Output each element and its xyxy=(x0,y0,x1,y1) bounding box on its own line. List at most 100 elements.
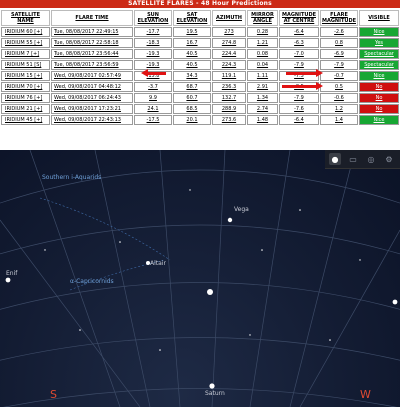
flare-time-link[interactable]: Wed, 09/08/2017 06:24:43 xyxy=(51,93,133,103)
flare-table: SATELLITE NAME FLARE TIME SUN ELEVATION … xyxy=(0,9,400,126)
magnitude-at-centre-cell[interactable]: -7.9 xyxy=(279,93,319,103)
mirror-angle-cell[interactable]: 0.04 xyxy=(247,60,278,70)
sun-elevation-cell[interactable]: -18.3 xyxy=(134,38,172,48)
azimuth-cell[interactable]: 288.9 xyxy=(212,104,246,114)
sat-elevation-cell[interactable]: 19.5 xyxy=(173,27,211,37)
magnitude-at-centre-cell[interactable]: -6.4 xyxy=(279,115,319,125)
visible-badge[interactable]: No xyxy=(359,104,399,114)
flare-time-link[interactable]: Tue, 08/08/2017 23:56:59 xyxy=(51,60,133,70)
flare-magnitude-cell[interactable]: -0.7 xyxy=(320,71,358,81)
azimuth-cell[interactable]: 119.1 xyxy=(212,71,246,81)
magnitude-at-centre-cell[interactable]: -7.6 xyxy=(279,104,319,114)
satellite-name-link[interactable]: IRIDIUM 70 [+] xyxy=(1,82,50,92)
sat-elevation-cell[interactable]: 60.7 xyxy=(173,93,211,103)
sat-elevation-cell[interactable]: 68.5 xyxy=(173,104,211,114)
satellite-name-link[interactable]: IRIDIUM 45 [+] xyxy=(1,115,50,125)
header-flare-time[interactable]: FLARE TIME xyxy=(51,10,133,26)
header-azimuth[interactable]: AZIMUTH xyxy=(212,10,246,26)
table-row: IRIDIUM 21 [+] Wed, 09/08/2017 17:23:21 24… xyxy=(1,104,399,114)
sun-elevation-cell[interactable]: -3.7 xyxy=(134,82,172,92)
sat-elevation-cell[interactable]: 68.7 xyxy=(173,82,211,92)
sat-elevation-cell[interactable]: 16.7 xyxy=(173,38,211,48)
flare-magnitude-cell[interactable]: -0.6 xyxy=(320,93,358,103)
flare-magnitude-cell[interactable]: -6.9 xyxy=(320,49,358,59)
flare-time-link[interactable]: Tue, 08/08/2017 22:49:15 xyxy=(51,27,133,37)
mirror-angle-cell[interactable]: 1.11 xyxy=(247,71,278,81)
flare-time-link[interactable]: Wed, 09/08/2017 02:57:49 xyxy=(51,71,133,81)
sun-elevation-cell[interactable]: 24.1 xyxy=(134,104,172,114)
header-sat-elevation[interactable]: SAT ELEVATION xyxy=(173,10,211,26)
rectangle-view-icon[interactable]: ▭ xyxy=(347,153,359,165)
mirror-angle-cell[interactable]: 1.48 xyxy=(247,115,278,125)
visible-badge[interactable]: Spectacular xyxy=(359,49,399,59)
satellite-name-link[interactable]: IRIDIUM 76 [+] xyxy=(1,93,50,103)
sun-elevation-cell[interactable]: -17.7 xyxy=(134,27,172,37)
header-mirror-angle[interactable]: MIRROR ANGLE xyxy=(247,10,278,26)
mirror-angle-cell[interactable]: 1.34 xyxy=(247,93,278,103)
azimuth-cell[interactable]: 224.3 xyxy=(212,60,246,70)
flare-time-link[interactable]: Tue, 08/08/2017 23:56:44 xyxy=(51,49,133,59)
header-sun-elevation[interactable]: SUN ELEVATION xyxy=(134,10,172,26)
arrow-left-indicator xyxy=(141,69,166,77)
satellite-name-link[interactable]: IRIDIUM 60 [+] xyxy=(1,27,50,37)
satellite-name-link[interactable]: IRIDIUM 51 [S] xyxy=(1,60,50,70)
mirror-angle-cell[interactable]: 2.74 xyxy=(247,104,278,114)
flare-magnitude-cell[interactable]: 1.2 xyxy=(320,104,358,114)
settings-icon[interactable]: ⚙ xyxy=(383,153,395,165)
sat-elevation-cell[interactable]: 40.5 xyxy=(173,60,211,70)
visible-badge[interactable]: Nice xyxy=(359,71,399,81)
mirror-angle-cell[interactable]: 1.21 xyxy=(247,38,278,48)
satellite-name-link[interactable]: IRIDIUM 7 [+] xyxy=(1,49,50,59)
azimuth-cell[interactable]: 132.7 xyxy=(212,93,246,103)
compass-south: S xyxy=(50,388,57,401)
label-alpha-capricornids: α-Capricornids xyxy=(70,278,114,285)
visible-badge[interactable]: Nice xyxy=(359,27,399,37)
header-visible[interactable]: VISIBLE xyxy=(359,10,399,26)
azimuth-cell[interactable]: 274.8 xyxy=(212,38,246,48)
arrow-right-indicator-2 xyxy=(282,82,323,90)
flare-time-link[interactable]: Tue, 08/08/2017 22:58:18 xyxy=(51,38,133,48)
flare-magnitude-cell[interactable]: -2.6 xyxy=(320,27,358,37)
sun-elevation-cell[interactable]: -19.3 xyxy=(134,49,172,59)
azimuth-cell[interactable]: 236.3 xyxy=(212,82,246,92)
azimuth-cell[interactable]: 273 xyxy=(212,27,246,37)
mirror-angle-cell[interactable]: 2.91 xyxy=(247,82,278,92)
sat-elevation-cell[interactable]: 34.3 xyxy=(173,71,211,81)
header-magnitude-at-centre[interactable]: MAGNITUDE AT CENTRE xyxy=(279,10,319,26)
header-satellite-name[interactable]: SATELLITE NAME xyxy=(1,10,50,26)
flare-magnitude-cell[interactable]: 0.5 xyxy=(320,82,358,92)
satellite-name-link[interactable]: IRIDIUM 15 [+] xyxy=(1,71,50,81)
azimuth-cell[interactable]: 273.6 xyxy=(212,115,246,125)
mirror-angle-cell[interactable]: 0.08 xyxy=(247,49,278,59)
sun-elevation-cell[interactable]: -17.5 xyxy=(134,115,172,125)
satellite-name-link[interactable]: IRIDIUM 21 [+] xyxy=(1,104,50,114)
azimuth-cell[interactable]: 224.4 xyxy=(212,49,246,59)
sun-elevation-cell[interactable]: -19.3 xyxy=(134,60,172,70)
visible-badge[interactable]: No xyxy=(359,93,399,103)
target-view-icon[interactable]: ◎ xyxy=(365,153,377,165)
sat-elevation-cell[interactable]: 40.5 xyxy=(173,49,211,59)
visible-badge[interactable]: No xyxy=(359,82,399,92)
magnitude-at-centre-cell[interactable]: -6.3 xyxy=(279,38,319,48)
sun-elevation-cell[interactable]: 9.9 xyxy=(134,93,172,103)
magnitude-at-centre-cell[interactable]: -6.4 xyxy=(279,27,319,37)
label-southern-aquarids: Southern i-Aquarids xyxy=(42,174,102,181)
visible-badge[interactable]: Spectacular xyxy=(359,60,399,70)
flare-time-link[interactable]: Wed, 09/08/2017 22:43:13 xyxy=(51,115,133,125)
flare-magnitude-cell[interactable]: -7.9 xyxy=(320,60,358,70)
circle-view-icon[interactable]: ● xyxy=(329,153,341,165)
mirror-angle-cell[interactable]: 0.28 xyxy=(247,27,278,37)
magnitude-at-centre-cell[interactable]: -7.9 xyxy=(279,60,319,70)
flare-magnitude-cell[interactable]: 1.4 xyxy=(320,115,358,125)
flare-time-link[interactable]: Wed, 09/08/2017 17:23:21 xyxy=(51,104,133,114)
flare-magnitude-cell[interactable]: 0.8 xyxy=(320,38,358,48)
page-banner: SATELLITE FLARES - 48 Hour Predictions xyxy=(0,0,400,8)
header-flare-magnitude[interactable]: FLARE MAGNITUDE xyxy=(320,10,358,26)
sat-elevation-cell[interactable]: 20.1 xyxy=(173,115,211,125)
satellite-name-link[interactable]: IRIDIUM 55 [+] xyxy=(1,38,50,48)
visible-badge[interactable]: Yes xyxy=(359,38,399,48)
flare-time-link[interactable]: Wed, 09/08/2017 04:48:12 xyxy=(51,82,133,92)
sky-map[interactable]: ● ▭ ◎ ⚙ Southern i-Aquarids Vega Altair … xyxy=(0,150,400,407)
visible-badge[interactable]: Nice xyxy=(359,115,399,125)
magnitude-at-centre-cell[interactable]: -7.0 xyxy=(279,49,319,59)
